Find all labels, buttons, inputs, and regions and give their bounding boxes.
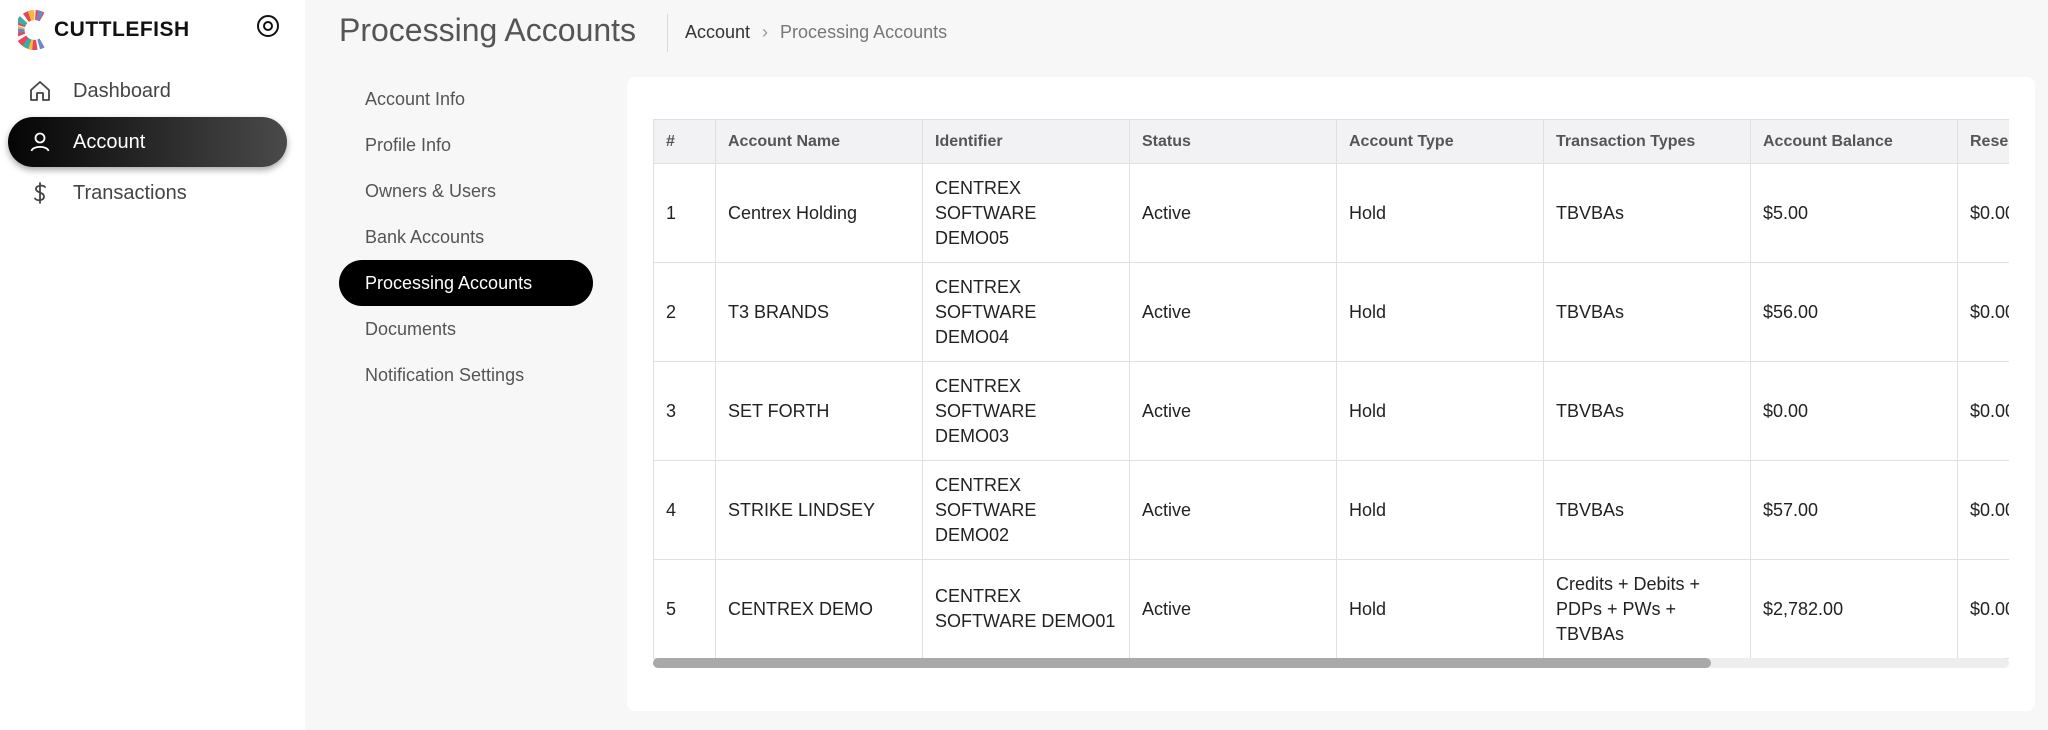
cell-account-name: Centrex Holding — [715, 163, 923, 263]
cell-status: Active — [1129, 460, 1337, 560]
cell-identifier: CENTREX SOFTWARE DEMO05 — [922, 163, 1130, 263]
cell-reserve-balance: $0.00 — [1957, 559, 2009, 659]
cell-reserve-balance: $0.00 — [1957, 361, 2009, 461]
sidebar: CUTTLEFISH Dashboard Account Transaction… — [0, 0, 305, 730]
cell-account-type: Hold — [1336, 262, 1544, 362]
brand[interactable]: CUTTLEFISH — [14, 10, 190, 50]
user-icon — [28, 130, 52, 154]
settings-button[interactable] — [256, 14, 280, 38]
subnav-documents[interactable]: Documents — [339, 306, 593, 352]
cell-account-balance: $56.00 — [1750, 262, 1958, 362]
breadcrumb-current: Processing Accounts — [780, 22, 948, 42]
sidebar-item-label: Account — [73, 130, 146, 153]
cell-identifier-text: CENTREX SOFTWARE DEMO03 — [935, 375, 1037, 446]
cell-transaction-types: TBVBAs — [1543, 361, 1751, 461]
cell-number: 4 — [653, 460, 716, 560]
cell-transaction-types: TBVBAs — [1543, 163, 1751, 263]
horizontal-scrollbar[interactable] — [653, 658, 2009, 668]
cell-reserve-balance: $0.00 — [1957, 460, 2009, 560]
table-header-row: # Account Name Identifier Status Account… — [653, 119, 2009, 164]
cell-account-type: Hold — [1336, 559, 1544, 659]
cell-account-balance: $2,782.00 — [1750, 559, 1958, 659]
table-row[interactable]: 3 SET FORTH CENTREX SOFTWARE DEMO03 Acti… — [653, 361, 2009, 461]
column-header-account-type[interactable]: Account Type — [1336, 119, 1544, 164]
cell-identifier: CENTREX SOFTWARE DEMO01 — [922, 559, 1130, 659]
cell-account-balance: $0.00 — [1750, 361, 1958, 461]
header-divider — [667, 14, 668, 52]
table-row[interactable]: 4 STRIKE LINDSEY CENTREX SOFTWARE DEMO02… — [653, 460, 2009, 560]
horizontal-scrollbar-thumb[interactable] — [653, 658, 1711, 668]
cell-transaction-types-text: Credits + Debits + PDPs + PWs + TBVBAs — [1556, 573, 1701, 644]
cell-identifier: CENTREX SOFTWARE DEMO03 — [922, 361, 1130, 461]
cell-reserve-balance: $0.00 — [1957, 262, 2009, 362]
processing-accounts-card: # Account Name Identifier Status Account… — [627, 77, 2035, 711]
column-header-identifier[interactable]: Identifier — [922, 119, 1130, 164]
home-icon — [28, 79, 52, 103]
cell-identifier-text: CENTREX SOFTWARE DEMO01 — [935, 586, 1116, 631]
column-header-number[interactable]: # — [653, 119, 716, 164]
subnav-profile-info[interactable]: Profile Info — [339, 122, 593, 168]
column-header-account-balance[interactable]: Account Balance — [1750, 119, 1958, 164]
sidebar-item-dashboard[interactable]: Dashboard — [8, 66, 287, 116]
cell-identifier: CENTREX SOFTWARE DEMO04 — [922, 262, 1130, 362]
column-header-transaction-types[interactable]: Transaction Types — [1543, 119, 1751, 164]
cell-transaction-types: Credits + Debits + PDPs + PWs + TBVBAs — [1543, 559, 1751, 659]
subnav-bank-accounts[interactable]: Bank Accounts — [339, 214, 593, 260]
sidebar-item-label: Transactions — [73, 181, 187, 204]
page-title: Processing Accounts — [339, 12, 637, 48]
cell-account-name: STRIKE LINDSEY — [715, 460, 923, 560]
cell-transaction-types: TBVBAs — [1543, 460, 1751, 560]
sidebar-item-account[interactable]: Account — [8, 117, 287, 167]
subnav-account-info[interactable]: Account Info — [339, 76, 593, 122]
cell-account-name: SET FORTH — [715, 361, 923, 461]
cell-account-type: Hold — [1336, 361, 1544, 461]
cell-number: 2 — [653, 262, 716, 362]
sidebar-item-label: Dashboard — [73, 79, 171, 102]
cell-status: Active — [1129, 163, 1337, 263]
cuttlefish-logo-icon — [14, 10, 52, 50]
cell-identifier-text: CENTREX SOFTWARE DEMO04 — [935, 276, 1037, 347]
settings-circle-icon — [257, 15, 279, 37]
cell-number: 5 — [653, 559, 716, 659]
cell-account-balance: $57.00 — [1750, 460, 1958, 560]
cell-status: Active — [1129, 361, 1337, 461]
processing-accounts-table: # Account Name Identifier Status Account… — [653, 119, 2009, 659]
cell-account-name: T3 BRANDS — [715, 262, 923, 362]
chevron-right-icon: › — [762, 22, 769, 42]
subnav-processing-accounts[interactable]: Processing Accounts — [339, 260, 593, 306]
cell-account-name: CENTREX DEMO — [715, 559, 923, 659]
table-row[interactable]: 5 CENTREX DEMO CENTREX SOFTWARE DEMO01 A… — [653, 559, 2009, 659]
table-scroll-container[interactable]: # Account Name Identifier Status Account… — [653, 119, 2009, 659]
subnav-owners-users[interactable]: Owners & Users — [339, 168, 593, 214]
cell-account-type: Hold — [1336, 163, 1544, 263]
cell-status: Active — [1129, 262, 1337, 362]
cell-status: Active — [1129, 559, 1337, 659]
table-row[interactable]: 2 T3 BRANDS CENTREX SOFTWARE DEMO04 Acti… — [653, 262, 2009, 362]
column-header-status[interactable]: Status — [1129, 119, 1337, 164]
cell-identifier-text: CENTREX SOFTWARE DEMO02 — [935, 474, 1037, 545]
cell-reserve-balance: $0.00 — [1957, 163, 2009, 263]
cell-number: 3 — [653, 361, 716, 461]
cell-number: 1 — [653, 163, 716, 263]
cell-account-type: Hold — [1336, 460, 1544, 560]
column-header-account-name[interactable]: Account Name — [715, 119, 923, 164]
breadcrumb-account-link[interactable]: Account — [685, 22, 750, 43]
cell-account-balance: $5.00 — [1750, 163, 1958, 263]
brand-name: CUTTLEFISH — [54, 18, 190, 41]
cell-transaction-types: TBVBAs — [1543, 262, 1751, 362]
subnav-notification-settings[interactable]: Notification Settings — [339, 352, 593, 398]
dollar-icon — [28, 181, 52, 205]
column-header-reserve-balance[interactable]: Reserve Balance — [1957, 119, 2009, 164]
cell-identifier: CENTREX SOFTWARE DEMO02 — [922, 460, 1130, 560]
table-row[interactable]: 1 Centrex Holding CENTREX SOFTWARE DEMO0… — [653, 163, 2009, 263]
sidebar-item-transactions[interactable]: Transactions — [8, 168, 287, 218]
cell-identifier-text: CENTREX SOFTWARE DEMO05 — [935, 177, 1037, 248]
breadcrumb: Account › Processing Accounts — [685, 22, 947, 43]
